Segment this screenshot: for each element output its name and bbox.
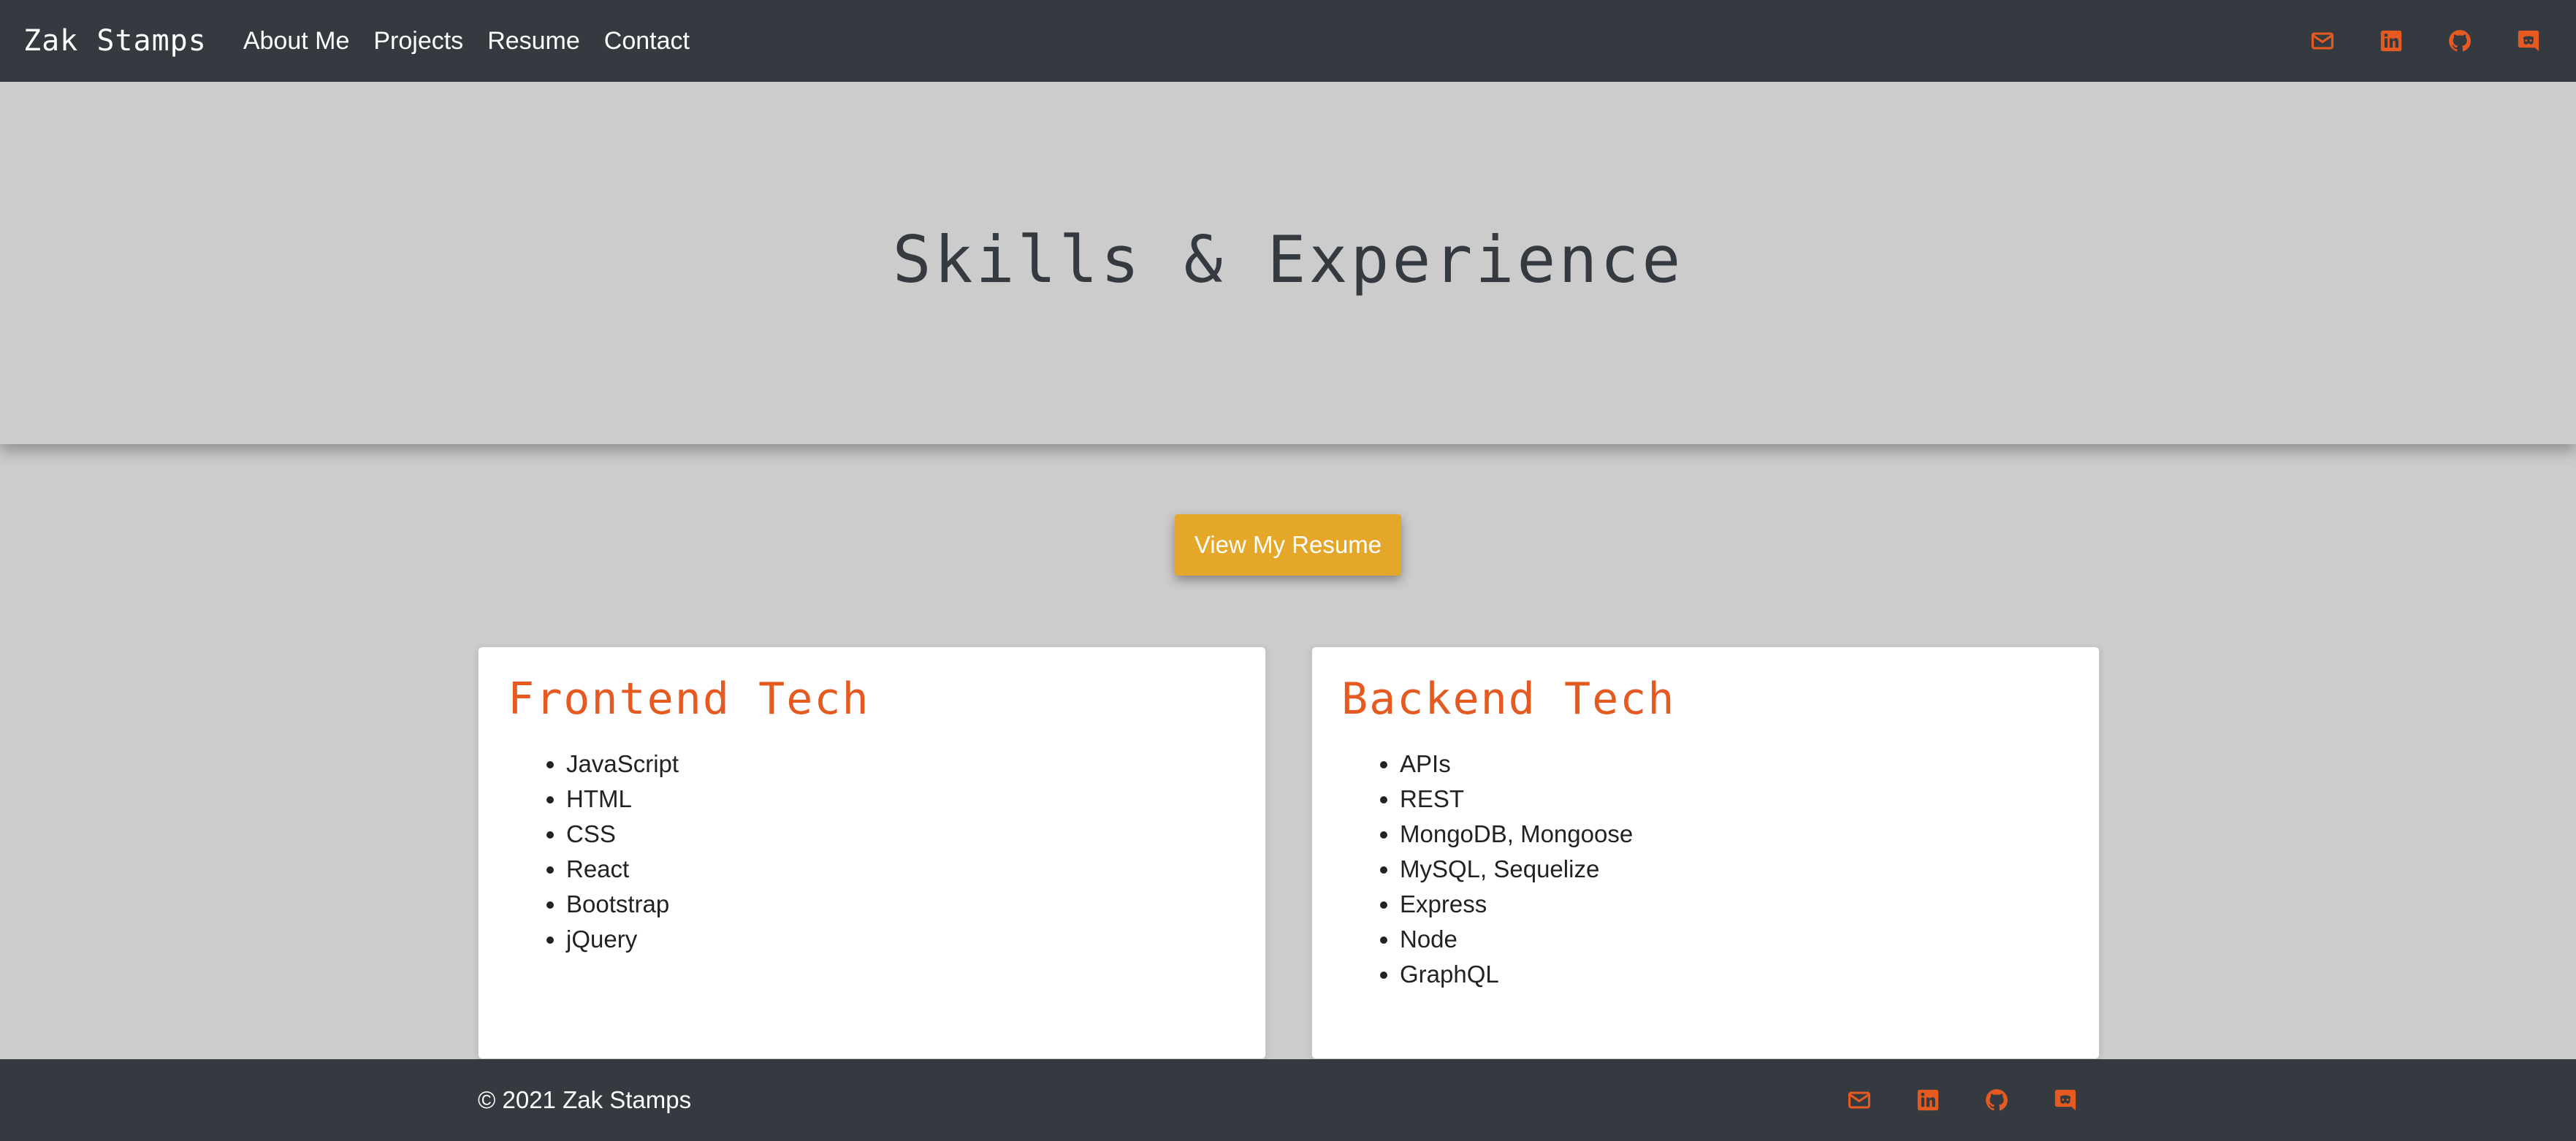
view-resume-button[interactable]: View My Resume	[1175, 514, 1401, 576]
list-item: APIs	[1400, 747, 2070, 782]
github-icon[interactable]	[2447, 28, 2472, 53]
nav-link-projects[interactable]: Projects	[373, 27, 463, 56]
brand-logo[interactable]: Zak Stamps	[23, 24, 207, 58]
list-item: CSS	[566, 817, 1236, 852]
backend-tech-card: Backend Tech APIs REST MongoDB, Mongoose…	[1311, 646, 2100, 1059]
list-item: JavaScript	[566, 747, 1236, 782]
envelope-icon[interactable]	[2310, 28, 2335, 53]
discord-icon[interactable]	[2516, 28, 2541, 53]
list-item: Express	[1400, 887, 2070, 922]
list-item: GraphQL	[1400, 957, 2070, 992]
frontend-tech-card: Frontend Tech JavaScript HTML CSS React …	[478, 646, 1266, 1059]
envelope-icon[interactable]	[1847, 1088, 1872, 1113]
linkedin-icon[interactable]	[1916, 1088, 1940, 1113]
list-item: React	[566, 852, 1236, 887]
page-title: Skills & Experience	[892, 221, 1684, 297]
list-item: HTML	[566, 782, 1236, 817]
nav-link-about-me[interactable]: About Me	[243, 27, 350, 56]
list-item: MySQL, Sequelize	[1400, 852, 2070, 887]
navbar: Zak Stamps About Me Projects Resume Cont…	[0, 0, 2576, 82]
hero-banner: Skills & Experience	[0, 82, 2576, 444]
github-icon[interactable]	[1984, 1088, 2009, 1113]
nav-link-contact[interactable]: Contact	[604, 27, 690, 56]
list-item: REST	[1400, 782, 2070, 817]
skill-list: APIs REST MongoDB, Mongoose MySQL, Seque…	[1341, 747, 2070, 992]
footer-social-icons	[1847, 1059, 2078, 1141]
footer: © 2021 Zak Stamps	[0, 1059, 2576, 1141]
discord-icon[interactable]	[2053, 1088, 2078, 1113]
nav-social-icons	[2310, 0, 2541, 82]
card-title: Backend Tech	[1341, 673, 1676, 725]
list-item: jQuery	[566, 922, 1236, 957]
list-item: Node	[1400, 922, 2070, 957]
linkedin-icon[interactable]	[2379, 28, 2404, 53]
list-item: Bootstrap	[566, 887, 1236, 922]
card-title: Frontend Tech	[508, 673, 870, 725]
nav-link-resume[interactable]: Resume	[487, 27, 580, 56]
skill-list: JavaScript HTML CSS React Bootstrap jQue…	[508, 747, 1236, 957]
list-item: MongoDB, Mongoose	[1400, 817, 2070, 852]
copyright-text: © 2021 Zak Stamps	[478, 1086, 692, 1113]
